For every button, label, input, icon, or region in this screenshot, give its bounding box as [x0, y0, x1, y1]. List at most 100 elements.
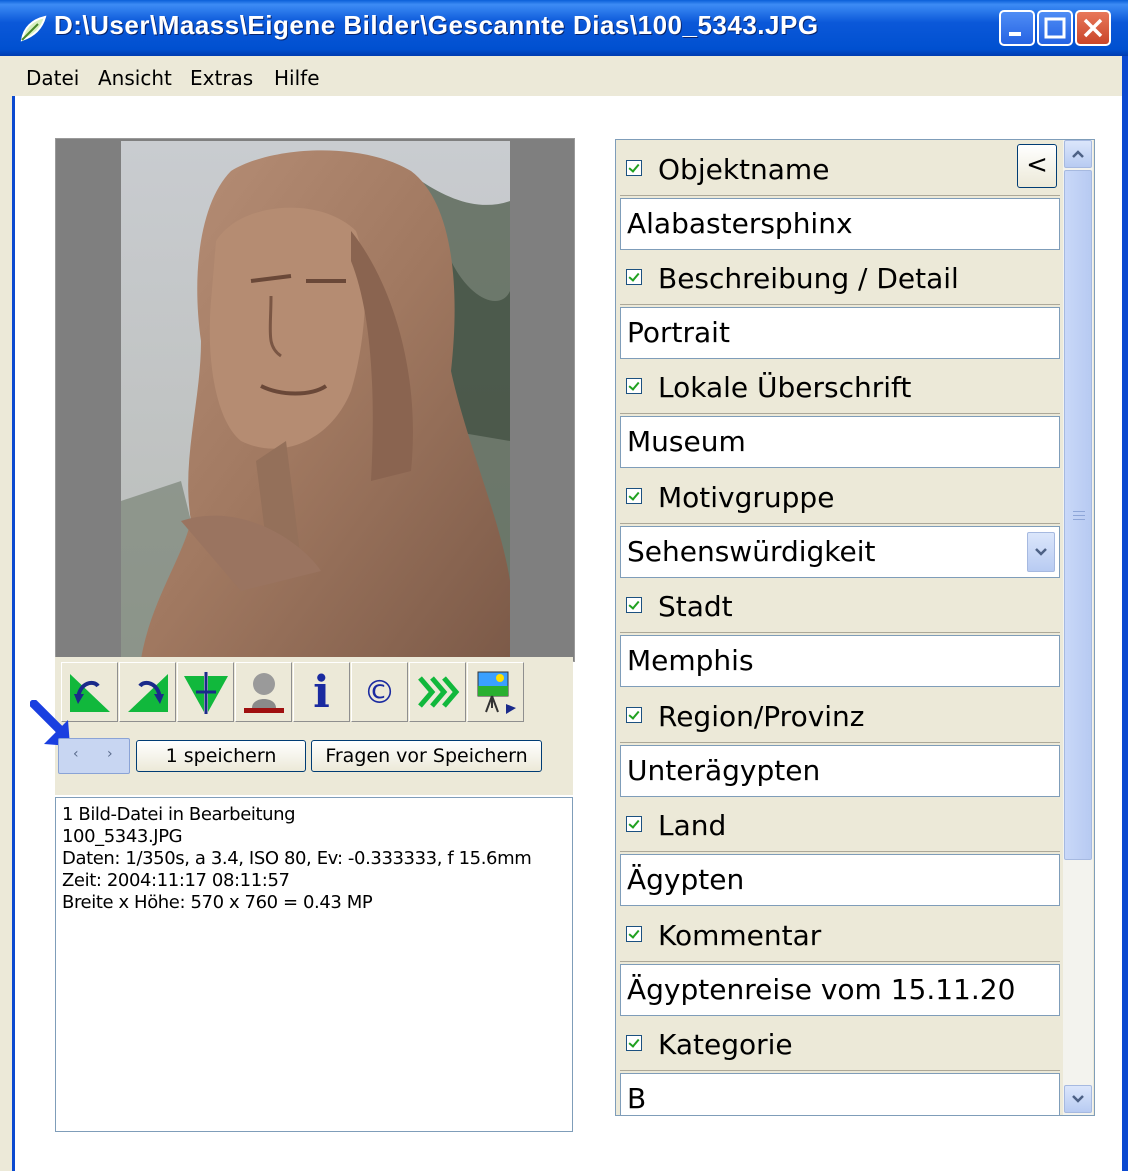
- copyright-button[interactable]: ©: [351, 662, 408, 722]
- image-preview-panel: [55, 138, 575, 662]
- slideshow-button[interactable]: [467, 662, 524, 722]
- info-icon: i: [313, 666, 330, 718]
- field-input-beschreibung[interactable]: Portrait: [620, 307, 1060, 359]
- checkbox[interactable]: [626, 597, 642, 613]
- close-button[interactable]: [1075, 10, 1111, 46]
- field-value: Portrait: [627, 316, 730, 349]
- field-header-motivgruppe: Motivgruppe: [620, 472, 1060, 524]
- flip-horizontal-icon: [183, 672, 228, 714]
- app-leaf-icon: [20, 15, 47, 42]
- vertical-scrollbar[interactable]: [1063, 140, 1093, 1115]
- maximize-icon: [1044, 17, 1066, 39]
- field-input-region[interactable]: Unterägypten: [620, 745, 1060, 797]
- field-header-beschreibung: Beschreibung / Detail: [620, 253, 1060, 305]
- checkbox[interactable]: [626, 488, 642, 504]
- metadata-panel: Objektname < Alabastersphinx Beschreibun…: [615, 139, 1095, 1116]
- field-input-stadt[interactable]: Memphis: [620, 635, 1060, 687]
- checkbox[interactable]: [626, 378, 642, 394]
- field-value: Unterägypten: [627, 754, 821, 787]
- menu-ansicht[interactable]: Ansicht: [98, 66, 172, 90]
- field-input-kommentar[interactable]: Ägyptenreise vom 15.11.20: [620, 964, 1060, 1016]
- nav-buttons: ‹ ›: [58, 738, 130, 774]
- field-value: Ägyptenreise vom 15.11.20: [627, 973, 1016, 1006]
- person-button[interactable]: [235, 662, 292, 722]
- field-label: Motivgruppe: [658, 481, 835, 514]
- field-header-region: Region/Provinz: [620, 691, 1060, 743]
- image-toolbar: i ©: [55, 657, 573, 795]
- field-label: Region/Provinz: [658, 700, 865, 733]
- field-input-land[interactable]: Ägypten: [620, 854, 1060, 906]
- field-value: Memphis: [627, 644, 754, 677]
- collapse-button[interactable]: <: [1017, 144, 1057, 188]
- chevron-down-icon: [1072, 1095, 1084, 1103]
- fast-forward-icon: [417, 676, 459, 708]
- field-label: Land: [658, 809, 727, 842]
- menu-hilfe[interactable]: Hilfe: [274, 66, 320, 90]
- next-image-button[interactable]: ›: [107, 746, 113, 762]
- field-header-land: Land: [620, 800, 1060, 852]
- close-icon: [1083, 18, 1103, 38]
- copyright-icon: ©: [363, 673, 396, 711]
- field-value: B: [627, 1082, 647, 1115]
- field-label: Kommentar: [658, 919, 822, 952]
- checkbox[interactable]: [626, 160, 642, 176]
- field-input-lokale-ueberschrift[interactable]: Museum: [620, 416, 1060, 468]
- minimize-icon: [1009, 32, 1021, 36]
- photo-preview[interactable]: [121, 141, 510, 659]
- flip-horizontal-button[interactable]: [177, 662, 234, 722]
- field-header-lokale-ueberschrift: Lokale Überschrift: [620, 362, 1060, 414]
- checkbox[interactable]: [626, 269, 642, 285]
- fast-forward-button[interactable]: [409, 662, 466, 722]
- info-line: Breite x Höhe: 570 x 760 = 0.43 MP: [62, 892, 373, 913]
- field-header-kategorie: Kategorie: [620, 1019, 1060, 1071]
- prev-image-button[interactable]: ‹: [73, 746, 79, 762]
- field-label: Objektname: [658, 153, 830, 186]
- rotate-right-icon: [127, 674, 168, 712]
- field-label: Beschreibung / Detail: [658, 262, 959, 295]
- scrollbar-thumb[interactable]: [1064, 170, 1092, 860]
- field-input-objektname[interactable]: Alabastersphinx: [620, 198, 1060, 250]
- info-line: 100_5343.JPG: [62, 826, 183, 847]
- maximize-button[interactable]: [1037, 10, 1073, 46]
- grip: [1073, 519, 1085, 520]
- slideshow-icon: [477, 671, 516, 714]
- menu-extras[interactable]: Extras: [190, 66, 253, 90]
- menu-bar: Datei Ansicht Extras Hilfe: [0, 56, 1128, 96]
- field-label: Stadt: [658, 590, 733, 623]
- chevron-down-icon[interactable]: [1027, 532, 1055, 572]
- info-button[interactable]: i: [293, 662, 350, 722]
- field-value: Alabastersphinx: [627, 207, 853, 240]
- rotate-right-button[interactable]: [119, 662, 176, 722]
- scroll-up-button[interactable]: [1064, 140, 1092, 168]
- person-icon: [243, 673, 284, 713]
- field-header-kommentar: Kommentar: [620, 910, 1060, 962]
- field-value: Sehenswürdigkeit: [627, 535, 876, 568]
- field-value: Ägypten: [627, 863, 745, 896]
- field-header-stadt: Stadt: [620, 581, 1060, 633]
- field-select-motivgruppe[interactable]: Sehenswürdigkeit: [620, 526, 1060, 578]
- field-value: Museum: [627, 425, 746, 458]
- grip: [1073, 511, 1085, 512]
- chevron-up-icon: [1072, 150, 1084, 158]
- checkbox[interactable]: [626, 816, 642, 832]
- field-label: Lokale Überschrift: [658, 371, 912, 404]
- window-border: [1122, 56, 1128, 1171]
- field-input-kategorie[interactable]: B: [620, 1073, 1060, 1115]
- grip: [1073, 515, 1085, 516]
- checkbox[interactable]: [626, 1035, 642, 1051]
- ask-before-save-button[interactable]: Fragen vor Speichern: [311, 740, 542, 772]
- title-bar[interactable]: D:\User\Maass\Eigene Bilder\Gescannte Di…: [0, 0, 1128, 56]
- menu-datei[interactable]: Datei: [26, 66, 79, 90]
- save-button[interactable]: 1 speichern: [136, 740, 306, 772]
- field-label: Kategorie: [658, 1028, 793, 1061]
- info-line: Zeit: 2004:11:17 08:11:57: [62, 870, 290, 891]
- info-line: 1 Bild-Datei in Bearbeitung: [62, 804, 296, 825]
- window-title: D:\User\Maass\Eigene Bilder\Gescannte Di…: [54, 10, 819, 40]
- info-line: Daten: 1/350s, a 3.4, ISO 80, Ev: -0.333…: [62, 848, 532, 869]
- field-header-objektname: Objektname: [620, 144, 1060, 196]
- scroll-down-button[interactable]: [1064, 1085, 1092, 1113]
- minimize-button[interactable]: [999, 10, 1035, 46]
- file-info-box: 1 Bild-Datei in Bearbeitung 100_5343.JPG…: [55, 797, 573, 1132]
- checkbox[interactable]: [626, 926, 642, 942]
- checkbox[interactable]: [626, 707, 642, 723]
